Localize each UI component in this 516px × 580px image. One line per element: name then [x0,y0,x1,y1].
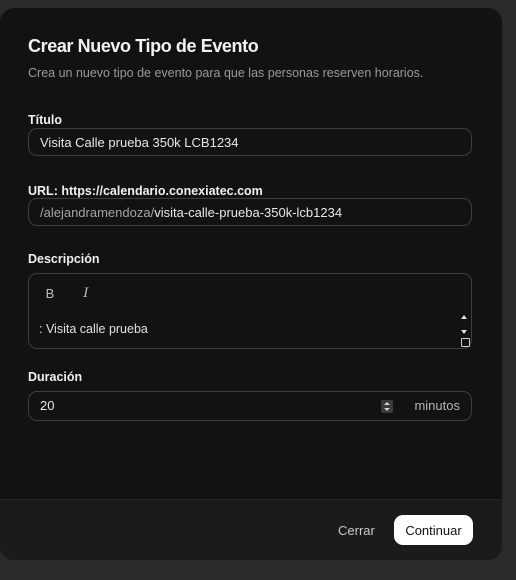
create-event-type-dialog: Crear Nuevo Tipo de Evento Crea un nuevo… [0,8,502,560]
dialog-footer: Cerrar Continuar [0,499,502,560]
duration-value[interactable]: 20 [40,398,54,413]
italic-icon[interactable]: I [79,285,93,301]
duration-label: Duración [28,370,83,384]
description-label: Descripción [28,252,100,266]
spinner-up-icon[interactable] [384,402,390,405]
resize-handle-icon[interactable] [461,338,470,347]
editor-toolbar: B I [43,285,93,301]
dialog-title: Crear Nuevo Tipo de Evento [28,36,259,56]
duration-unit: minutos [414,398,460,413]
title-label: Título [28,113,63,127]
title-input[interactable]: Visita Calle prueba 350k LCB1234 [28,128,472,156]
url-slug-field[interactable]: visita-calle-prueba-350k-lcb1234 [154,205,342,220]
url-prefix: /alejandramendoza/ [40,204,155,220]
scroll-down-icon[interactable] [461,330,467,334]
number-spinner-icon[interactable] [381,400,393,413]
dialog-subtitle: Crea un nuevo tipo de evento para que la… [28,66,424,80]
url-input[interactable]: /alejandramendoza/ visita-calle-prueba-3… [28,198,472,226]
continue-button[interactable]: Continuar [394,515,473,545]
url-label: URL: https://calendario.conexiatec.com [28,184,263,198]
description-editor[interactable]: B I : Visita calle prueba [28,273,472,349]
scroll-up-icon[interactable] [461,315,467,319]
duration-input[interactable]: 20 minutos [28,391,472,421]
spinner-down-icon[interactable] [384,408,390,411]
close-button[interactable]: Cerrar [332,519,381,542]
description-text[interactable]: : Visita calle prueba [39,322,148,336]
bold-icon[interactable]: B [43,285,57,301]
